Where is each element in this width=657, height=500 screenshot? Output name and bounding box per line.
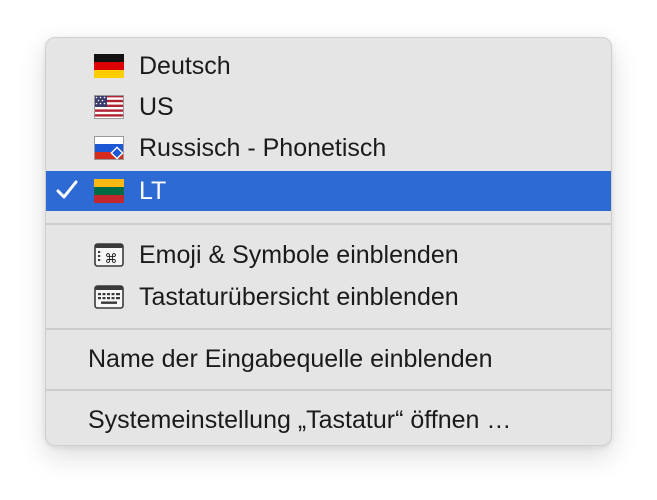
- svg-text:⌘: ⌘: [105, 252, 118, 267]
- menu-item-label: US: [139, 93, 174, 121]
- menu-item-label: Systemeinstellung „Tastatur“ öffnen …: [88, 406, 512, 434]
- menu-item-us[interactable]: US: [46, 88, 611, 126]
- menu-separator: [46, 389, 611, 391]
- menu-item-emoji-symbols[interactable]: ⌘ Emoji & Symbole einblenden: [46, 236, 611, 274]
- menu-item-russisch-phonetisch[interactable]: Russisch - Phonetisch: [46, 129, 611, 167]
- menu-item-show-input-source-name[interactable]: Name der Eingabequelle einblenden: [46, 340, 611, 378]
- menu-separator: [46, 223, 611, 225]
- menu-item-keyboard-viewer[interactable]: Tastaturübersicht einblenden: [46, 278, 611, 316]
- menu-item-label: Emoji & Symbole einblenden: [139, 241, 459, 269]
- menu-item-open-keyboard-preferences[interactable]: Systemeinstellung „Tastatur“ öffnen …: [46, 401, 611, 439]
- keyboard-icon: [94, 285, 124, 309]
- menu-item-label: Russisch - Phonetisch: [139, 134, 387, 162]
- menu-item-label: Deutsch: [139, 52, 231, 80]
- checkmark-icon: [56, 180, 78, 199]
- menu-item-label: LT: [139, 177, 167, 205]
- flag-russia-phonetic-icon: [94, 136, 124, 160]
- menu-separator: [46, 328, 611, 330]
- menu-item-label: Name der Eingabequelle einblenden: [88, 345, 493, 373]
- flag-usa-icon: [94, 95, 124, 119]
- menu-item-label: Tastaturübersicht einblenden: [139, 283, 459, 311]
- emoji-symbols-icon: ⌘: [94, 243, 124, 267]
- flag-lithuania-icon: [94, 179, 124, 203]
- flag-germany-icon: [94, 54, 124, 78]
- input-source-menu: Deutsch US Russisch - Phonetisch LT ⌘ Em…: [45, 37, 612, 446]
- menu-item-lt[interactable]: LT: [46, 171, 611, 211]
- menu-item-deutsch[interactable]: Deutsch: [46, 47, 611, 85]
